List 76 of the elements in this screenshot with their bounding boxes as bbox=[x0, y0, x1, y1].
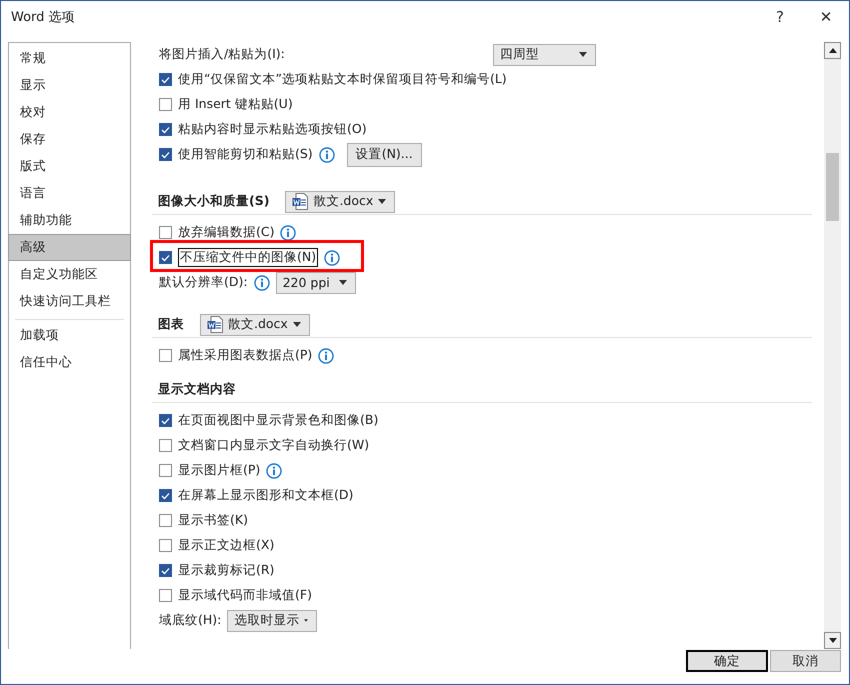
field-label: 将图片插入/粘贴为(I): bbox=[159, 46, 285, 63]
info-icon[interactable] bbox=[324, 250, 340, 266]
section-title: 图表 bbox=[158, 316, 184, 333]
dropdown[interactable]: 220 ppi bbox=[276, 272, 356, 294]
checkbox-label: 显示图片框(P) bbox=[178, 462, 260, 479]
section-title: 显示文档内容 bbox=[158, 381, 236, 398]
field-label: 域底纹(H): bbox=[159, 612, 222, 629]
dropdown[interactable]: 选取时显示 bbox=[227, 610, 318, 632]
checkbox[interactable] bbox=[159, 464, 172, 477]
checkbox[interactable] bbox=[159, 98, 172, 111]
checkbox[interactable] bbox=[159, 73, 172, 86]
checkbox[interactable] bbox=[159, 439, 172, 452]
checkbox[interactable] bbox=[159, 123, 172, 136]
info-icon[interactable] bbox=[266, 462, 282, 478]
sidebar-item[interactable]: 显示 bbox=[8, 72, 131, 99]
checkbox-label: 显示裁剪标记(R) bbox=[178, 562, 274, 579]
caret-icon bbox=[378, 199, 386, 204]
dropdown[interactable]: 四周型 bbox=[493, 44, 596, 66]
checkbox[interactable] bbox=[159, 564, 172, 577]
sidebar-item[interactable]: 保存 bbox=[8, 126, 131, 153]
section-title: 图像大小和质量(S) bbox=[158, 193, 270, 210]
checkbox-label: 显示域代码而非域值(F) bbox=[178, 587, 312, 604]
checkbox[interactable] bbox=[159, 251, 172, 264]
info-icon[interactable] bbox=[318, 146, 335, 162]
checkbox-label: 在屏幕上显示图形和文本框(D) bbox=[178, 487, 354, 504]
sidebar-item[interactable]: 快速访问工具栏 bbox=[8, 288, 131, 315]
checkbox-label: 显示正文边框(X) bbox=[178, 537, 274, 554]
caret-icon bbox=[338, 280, 347, 285]
scrollbar[interactable] bbox=[824, 42, 841, 649]
document-icon bbox=[207, 316, 223, 333]
document-dropdown[interactable]: 散文.docx bbox=[285, 190, 396, 212]
checkbox-label: 文档窗口内显示文字自动换行(W) bbox=[178, 437, 370, 454]
checkbox[interactable] bbox=[159, 414, 172, 427]
sidebar-item[interactable]: 辅助功能 bbox=[8, 207, 131, 234]
info-icon[interactable] bbox=[280, 224, 296, 240]
dialog-button[interactable]: 确定 bbox=[686, 650, 768, 672]
sidebar-item[interactable]: 常规 bbox=[8, 45, 131, 72]
checkbox[interactable] bbox=[159, 349, 172, 362]
settings-button[interactable]: 设置(N)... bbox=[346, 142, 422, 166]
close-button[interactable]: ✕ bbox=[803, 2, 849, 32]
sidebar-item[interactable]: 信任中心 bbox=[8, 349, 131, 376]
caret-icon bbox=[293, 322, 301, 327]
checkbox[interactable] bbox=[159, 226, 172, 239]
sidebar-item[interactable]: 自定义功能区 bbox=[8, 261, 131, 288]
scroll-up-icon[interactable] bbox=[828, 48, 836, 53]
checkbox-label: 粘贴内容时显示粘贴选项按钮(O) bbox=[178, 121, 367, 138]
checkbox-label: 属性采用图表数据点(P) bbox=[178, 347, 312, 364]
help-button[interactable]: ? bbox=[757, 2, 803, 32]
dialog-button[interactable]: 取消 bbox=[770, 650, 841, 672]
checkbox-label: 使用智能剪切和粘贴(S) bbox=[178, 146, 313, 163]
document-dropdown[interactable]: 散文.docx bbox=[200, 314, 310, 336]
scroll-down-icon[interactable] bbox=[828, 638, 836, 643]
checkbox[interactable] bbox=[159, 148, 172, 161]
checkbox-label: 用 Insert 键粘贴(U) bbox=[178, 96, 293, 113]
checkbox-label: 在页面视图中显示背景色和图像(B) bbox=[178, 412, 378, 429]
checkbox-label: 使用“仅保留文本”选项粘贴文本时保留项目符号和编号(L) bbox=[178, 71, 507, 88]
sidebar-item[interactable]: 版式 bbox=[8, 153, 131, 180]
document-icon bbox=[292, 193, 308, 210]
checkbox[interactable] bbox=[159, 489, 172, 502]
sidebar-item[interactable]: 加载项 bbox=[8, 322, 131, 349]
caret-icon bbox=[304, 618, 308, 623]
sidebar-item[interactable]: 语言 bbox=[8, 180, 131, 207]
caret-icon bbox=[579, 52, 587, 57]
scroll-thumb[interactable] bbox=[826, 153, 839, 221]
field-label: 默认分辨率(D): bbox=[159, 274, 248, 291]
checkbox-label: 不压缩文件中的图像(N) bbox=[178, 248, 318, 267]
checkbox-label: 显示书签(K) bbox=[178, 512, 248, 529]
checkbox-label: 放弃编辑数据(C) bbox=[178, 224, 274, 241]
window-title: Word 选项 bbox=[11, 9, 76, 26]
info-icon[interactable] bbox=[254, 274, 270, 290]
checkbox[interactable] bbox=[159, 514, 172, 527]
sidebar-item[interactable]: 高级 bbox=[8, 234, 131, 261]
checkbox[interactable] bbox=[159, 589, 172, 602]
checkbox[interactable] bbox=[159, 539, 172, 552]
sidebar-item[interactable]: 校对 bbox=[8, 99, 131, 126]
info-icon[interactable] bbox=[318, 348, 334, 364]
